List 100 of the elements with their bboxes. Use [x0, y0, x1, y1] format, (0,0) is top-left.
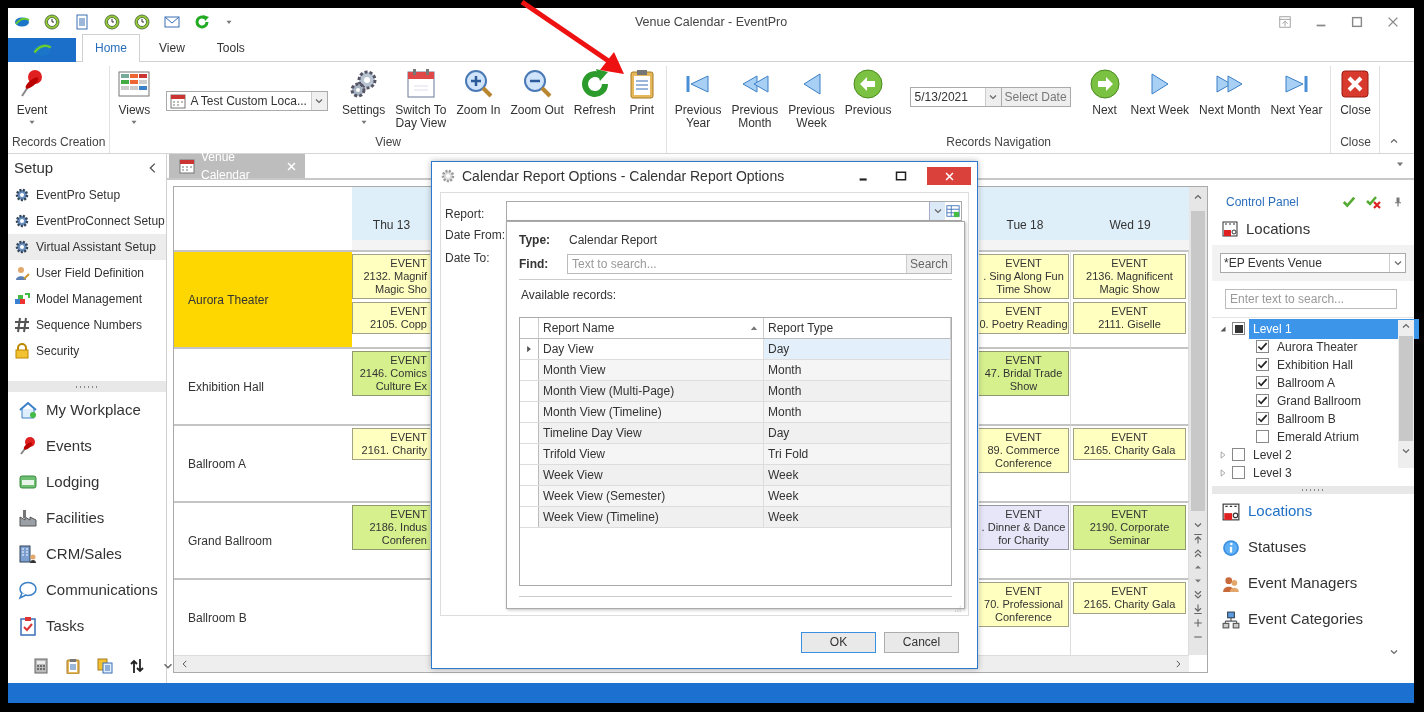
tree-item[interactable]: Ballroom A — [1273, 372, 1340, 393]
nav-item[interactable]: Communications — [8, 572, 166, 608]
event-card[interactable]: EVENT 2165. Charity Gala — [1073, 428, 1186, 460]
ribbon-tab[interactable]: View — [146, 34, 198, 61]
event-card[interactable]: EVENT 2105. Copp — [352, 302, 430, 334]
clock-icon[interactable] — [104, 14, 120, 30]
tree-item[interactable]: Emerald Atrium — [1273, 426, 1364, 447]
event-card[interactable]: EVENT 2132. Magnif Magic Sho — [352, 254, 430, 299]
plus-icon[interactable] — [1192, 617, 1204, 629]
event-card[interactable]: EVENT 2190. Corporate Seminar — [1073, 505, 1186, 550]
table-cell[interactable]: Week View — [538, 464, 764, 485]
scroll-thumb[interactable] — [1399, 335, 1413, 441]
event-card[interactable]: EVENT 2146. Comics Culture Ex — [352, 351, 430, 396]
checkbox[interactable] — [1232, 466, 1245, 479]
jump-to-bottom-icon[interactable] — [1192, 603, 1204, 615]
nav-item[interactable]: Event Categories — [1212, 601, 1414, 638]
sidebar-item[interactable]: EventPro Setup — [8, 182, 166, 208]
ribbon-button[interactable]: Close — [1335, 66, 1376, 117]
ribbon-display-icon[interactable] — [1278, 15, 1292, 29]
ribbon-tab[interactable]: Tools — [203, 34, 258, 61]
check-cross-icon[interactable] — [1366, 194, 1382, 210]
document-icon[interactable] — [74, 14, 90, 30]
ribbon-button[interactable]: Previous — [840, 66, 896, 117]
table-cell[interactable]: Timeline Day View — [538, 422, 764, 443]
table-cell[interactable]: Month View — [538, 359, 764, 380]
checkbox[interactable] — [1256, 376, 1269, 389]
table-cell[interactable]: Week View (Timeline) — [538, 506, 764, 527]
tree-item[interactable]: Grand Ballroom — [1273, 390, 1366, 411]
day-cell[interactable]: EVENT 2136. Magnificent Magic Show EVENT 2111. Giselle — [1071, 250, 1189, 347]
scroll-thumb[interactable] — [1191, 211, 1205, 511]
event-card[interactable]: EVENT 2111. Giselle — [1073, 302, 1186, 334]
table-cell[interactable]: Trifold View — [538, 443, 764, 464]
event-card[interactable]: EVENT 2136. Magnificent Magic Show — [1073, 254, 1186, 299]
day-cell[interactable]: EVENT 2190. Corporate Seminar — [1071, 501, 1189, 578]
ribbon-button[interactable]: Settings — [337, 66, 390, 131]
event-card[interactable]: EVENT 47. Bridal Trade Show — [979, 351, 1069, 396]
sidebar-item[interactable]: EventProConnect Setup — [8, 208, 166, 234]
documents-icon[interactable] — [97, 658, 113, 674]
sidebar-item[interactable]: Virtual Assistant Setup — [8, 234, 166, 260]
clock-icon[interactable] — [44, 14, 60, 30]
report-select[interactable] — [506, 201, 962, 221]
vertical-scrollbar[interactable] — [1189, 187, 1207, 655]
scroll-left-icon[interactable] — [180, 659, 190, 669]
ribbon-button[interactable]: Zoom Out — [506, 66, 568, 117]
ribbon-button[interactable]: Views — [114, 66, 155, 131]
nav-item[interactable]: Tasks — [8, 608, 166, 644]
ribbon-button[interactable]: Zoom In — [452, 66, 505, 117]
expand-icon[interactable] — [1218, 449, 1228, 460]
pin-icon[interactable] — [1392, 196, 1404, 208]
clipboard-icon[interactable] — [65, 658, 81, 674]
ribbon-button[interactable]: Print — [621, 66, 662, 117]
checkbox[interactable] — [1256, 340, 1269, 353]
day-cell[interactable]: EVENT 2186. Indus Conferen — [352, 501, 431, 578]
day-cell[interactable]: EVENT 89. Commerce Conference — [979, 424, 1071, 501]
sidebar-item[interactable]: Security — [8, 338, 166, 364]
day-cell[interactable]: EVENT 2146. Comics Culture Ex — [352, 347, 431, 424]
nav-item[interactable]: CRM/Sales — [8, 536, 166, 572]
sort-arrows-icon[interactable] — [129, 658, 145, 674]
splitter-handle[interactable] — [8, 381, 166, 392]
day-cell[interactable]: EVENT 47. Bridal Trade Show — [979, 347, 1071, 424]
tree-item[interactable]: Aurora Theater — [1273, 336, 1362, 357]
check-icon[interactable] — [1342, 195, 1356, 209]
column-header[interactable]: Report Name — [538, 318, 764, 338]
nav-item[interactable]: My Workplace — [8, 392, 166, 428]
ribbon-button[interactable]: Next Month — [1195, 66, 1265, 117]
tree-item[interactable]: Level 3 — [1249, 462, 1296, 483]
day-cell[interactable]: EVENT 70. Professional Conference — [979, 578, 1071, 655]
nav-item[interactable]: Lodging — [8, 464, 166, 500]
ribbon-tab[interactable]: Home — [82, 34, 140, 62]
tree-scrollbar[interactable] — [1398, 319, 1414, 468]
sidebar-item[interactable]: User Field Definition — [8, 260, 166, 286]
view-select[interactable]: A Test Custom Loca... — [166, 91, 328, 111]
table-cell[interactable]: Month View (Timeline) — [538, 401, 764, 422]
event-card[interactable]: EVENT 0. Poetry Reading — [979, 302, 1069, 334]
sidebar-item[interactable]: Model Management — [8, 286, 166, 312]
column-header[interactable]: Report Type — [763, 318, 951, 338]
expand-icon[interactable] — [1218, 467, 1228, 478]
nav-item[interactable]: Events — [8, 428, 166, 464]
room-name[interactable]: Aurora Theater — [174, 250, 352, 347]
scroll-right-icon[interactable] — [1173, 659, 1183, 669]
nav-item[interactable]: Facilities — [8, 500, 166, 536]
event-card[interactable]: EVENT . Sing Along Fun Time Show — [979, 254, 1069, 299]
calculator-icon[interactable] — [33, 658, 49, 674]
ribbon-button[interactable]: Event — [12, 66, 52, 131]
mail-icon[interactable] — [164, 14, 180, 30]
clock-icon[interactable] — [134, 14, 150, 30]
dialog-button[interactable]: OK — [801, 631, 876, 653]
checkbox[interactable] — [1256, 358, 1269, 371]
refresh-icon[interactable] — [194, 14, 210, 30]
venue-select[interactable]: *EP Events Venue — [1220, 252, 1406, 273]
tree-item[interactable]: Ballroom B — [1273, 408, 1340, 429]
close-button[interactable] — [927, 167, 971, 185]
event-card[interactable]: EVENT . Dinner & Dance for Charity — [979, 505, 1069, 550]
day-cell[interactable]: EVENT . Dinner & Dance for Charity — [979, 501, 1071, 578]
checkbox[interactable] — [1256, 394, 1269, 407]
event-card[interactable]: EVENT 89. Commerce Conference — [979, 428, 1069, 473]
sidebar-item[interactable]: Sequence Numbers — [8, 312, 166, 338]
table-cell[interactable]: Day View — [538, 338, 764, 359]
day-cell[interactable]: EVENT 2161. Charity — [352, 424, 431, 501]
ribbon-button[interactable]: Next Week — [1126, 66, 1194, 117]
